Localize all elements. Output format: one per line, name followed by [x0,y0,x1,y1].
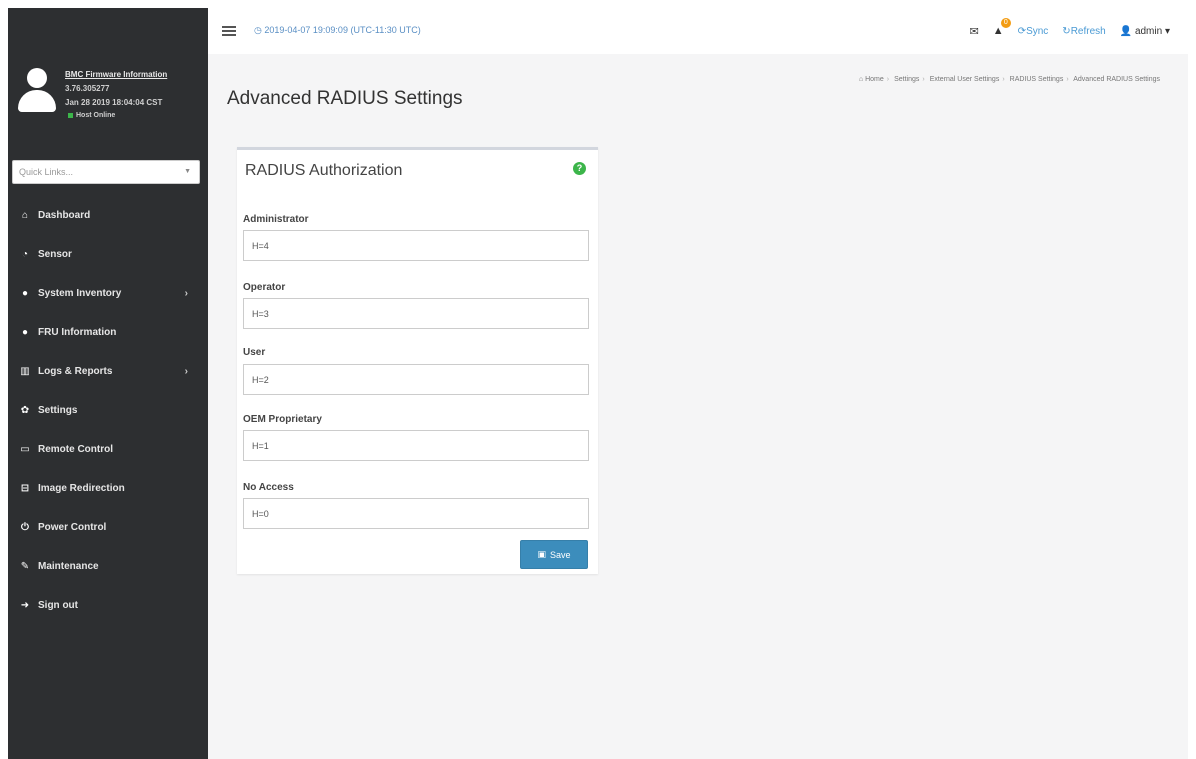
sidebar-item-power-control[interactable]: ⏻ Power Control [8,508,208,547]
sidebar-item-sensor[interactable]: ◔ Sensor [8,235,208,274]
sidebar-item-fru-information[interactable]: ● FRU Information [8,313,208,352]
firmware-version: 3.76.305277 [65,84,110,93]
page-title: Advanced RADIUS Settings [227,88,463,109]
oem-proprietary-label: OEM Proprietary [243,414,322,425]
sidebar-item-logs-reports[interactable]: ▥ Logs & Reports › [8,352,208,391]
host-status: Host Online [68,112,115,119]
sidebar-item-label: Remote Control [38,444,113,455]
chevron-right-icon: › [184,288,188,299]
breadcrumb-radius-settings[interactable]: RADIUS Settings [1010,76,1064,83]
refresh-icon: ↻ [1062,25,1071,37]
envelope-icon[interactable]: ✉ [970,25,979,38]
sidebar-item-label: Settings [38,405,78,416]
gear-icon: ✿ [20,405,30,416]
info-icon: ● [21,288,29,299]
sidebar-item-label: Sensor [38,249,72,260]
sidebar-item-label: Dashboard [38,210,91,221]
firmware-info-link[interactable]: BMC Firmware Information [65,70,167,79]
sidebar-item-label: System Inventory [38,288,122,299]
app-frame: BMC Firmware Information 3.76.305277 Jan… [8,8,1188,759]
firmware-panel: BMC Firmware Information 3.76.305277 Jan… [8,58,208,158]
firmware-build-date: Jan 28 2019 18:04:04 CST [65,98,163,107]
home-icon: ⌂ [858,76,864,83]
sidebar-item-label: Image Redirection [38,483,125,494]
wrench-icon: ✎ [20,561,30,572]
clock-icon: ◷ [254,25,262,35]
breadcrumb-current: Advanced RADIUS Settings [1073,76,1160,83]
datetime-text: 2019-04-07 19:09:09 (UTC-11:30 UTC) [264,25,421,35]
sidebar-item-label: FRU Information [38,327,117,338]
quick-links-select[interactable]: Quick Links... ▼ [12,160,200,184]
operator-field[interactable] [243,298,589,329]
menu-toggle-icon[interactable] [222,26,236,36]
user-label-field: User [243,347,266,358]
user-menu[interactable]: 👤 admin ▾ [1120,26,1170,37]
sidebar-item-dashboard[interactable]: ⌂ Dashboard [8,196,208,235]
breadcrumb: ⌂ Home › Settings › External User Settings… [858,76,1160,83]
sidebar-item-label: Maintenance [38,561,99,572]
sign-out-icon: ➜ [20,600,30,611]
administrator-field[interactable] [243,230,589,261]
box-title: RADIUS Authorization [245,162,403,179]
info-icon: ● [21,327,29,338]
floppy-icon: ▣ [537,549,546,559]
home-icon: ⌂ [21,210,29,221]
bar-chart-icon: ▥ [20,366,30,377]
user-icon: 👤 [1119,25,1133,37]
sidebar-item-system-inventory[interactable]: ● System Inventory › [8,274,208,313]
disk-icon: ⊟ [20,483,30,494]
server-datetime: ◷ 2019-04-07 19:09:09 (UTC-11:30 UTC) [254,25,421,36]
user-label: admin [1134,25,1163,37]
sync-label: Sync [1026,25,1049,37]
sidebar-nav: ⌂ Dashboard ◔ Sensor ● System Inventory … [8,196,208,625]
oem-proprietary-field[interactable] [243,430,589,461]
chevron-down-icon: ▼ [184,168,191,175]
notifications-button[interactable]: ▲ 0 [993,18,1011,37]
host-status-text: Host Online [76,112,116,119]
avatar [18,68,56,116]
sidebar: BMC Firmware Information 3.76.305277 Jan… [8,8,208,759]
refresh-label: Refresh [1070,25,1106,37]
save-label: Save [550,549,571,560]
sync-button[interactable]: ⟳Sync [1018,26,1049,37]
quick-links-placeholder: Quick Links... [19,167,74,177]
sidebar-item-sign-out[interactable]: ➜ Sign out [8,586,208,625]
sidebar-item-label: Logs & Reports [38,366,113,377]
status-dot-icon [68,112,73,118]
sync-icon: ⟳ [1017,25,1027,37]
power-icon: ⏻ [21,522,29,533]
sidebar-item-label: Sign out [38,600,78,611]
radius-authorization-box: RADIUS Authorization ? Administrator Ope… [237,147,598,574]
sidebar-item-label: Power Control [38,522,107,533]
monitor-icon: ▭ [20,444,30,455]
gauge-icon: ◔ [21,249,29,260]
no-access-label: No Access [243,482,294,493]
top-bar: ◷ 2019-04-07 19:09:09 (UTC-11:30 UTC) ✉ … [208,8,1188,54]
save-button[interactable]: ▣ Save [520,540,588,569]
caret-down-icon: ▾ [1164,25,1170,37]
top-bar-actions: ✉ ▲ 0 ⟳Sync ↻Refresh 👤 admin ▾ [970,18,1170,42]
operator-label: Operator [243,282,286,293]
user-field[interactable] [243,364,589,395]
refresh-button[interactable]: ↻Refresh [1062,26,1105,37]
notification-badge: 0 [1000,18,1011,28]
breadcrumb-settings[interactable]: Settings [894,76,919,83]
help-icon[interactable]: ? [573,162,586,175]
sidebar-item-maintenance[interactable]: ✎ Maintenance [8,547,208,586]
chevron-right-icon: › [184,366,188,377]
breadcrumb-external-user-settings[interactable]: External User Settings [930,76,1000,83]
sidebar-item-image-redirection[interactable]: ⊟ Image Redirection [8,469,208,508]
sidebar-item-remote-control[interactable]: ▭ Remote Control [8,430,208,469]
administrator-label: Administrator [243,214,309,225]
breadcrumb-home[interactable]: Home [865,76,884,83]
sidebar-item-settings[interactable]: ✿ Settings [8,391,208,430]
no-access-field[interactable] [243,498,589,529]
